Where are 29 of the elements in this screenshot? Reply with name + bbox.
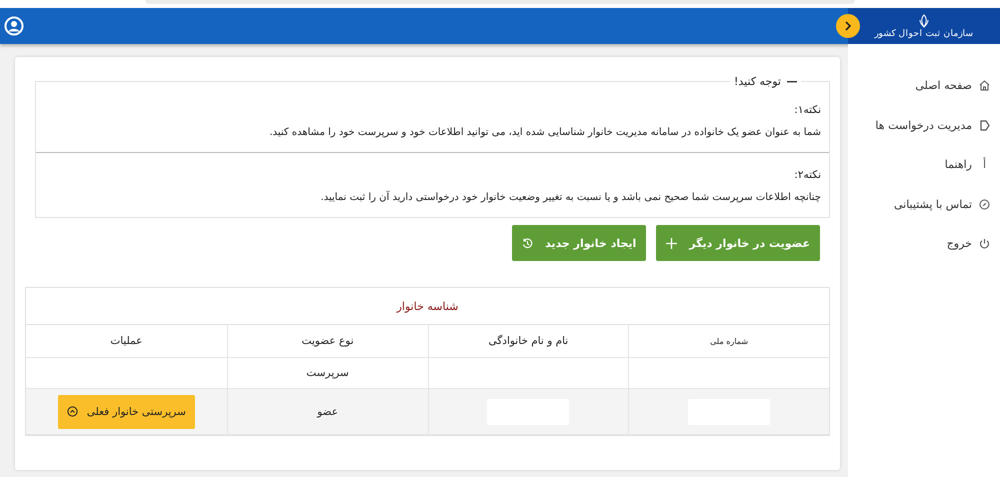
chevron-up-circle-icon [66, 406, 78, 417]
sidebar-item[interactable]: تماس با پشتیبانی [848, 184, 1000, 224]
column-header: نوع عضویت [226, 325, 428, 358]
history-icon [522, 238, 534, 248]
sidebar-item[interactable]: مدیریت درخواست ها [848, 106, 1000, 145]
logo-text: سازمان ثبت احوال کشور [874, 30, 974, 38]
power-icon [979, 238, 990, 250]
sidebar-item[interactable]: صفحه اصلی [848, 66, 1000, 106]
column-header: شماره ملی [628, 325, 829, 358]
action-button[interactable]: سرپرستی خانوار فعلی [58, 394, 195, 428]
sidebar-item[interactable]: أ راهنما [848, 145, 1000, 184]
compass-icon [979, 198, 990, 210]
table-cell: عضو [226, 389, 428, 435]
chevron-right-icon [843, 21, 853, 31]
plus-icon [666, 238, 678, 248]
user-avatar-icon[interactable] [4, 16, 24, 36]
note-text: شما به عنوان عضو یک خانواده در سامانه مدیریت خانوار شناسایی شده اید، می توانید اطلاعات خود و سرپرست خود را مشاهده کنید. [268, 127, 821, 138]
note-text: چنانچه اطلاعات سرپرست شما صحیح نمی باشد و یا نسبت به تغییر وضعیت خانوار خود درخواستی دارید آن را ثبت نمایید. [320, 192, 821, 203]
column-header: عملیات [26, 325, 227, 358]
column-header: نام و نام خانوادگی [428, 325, 628, 358]
letter-icon: أ [979, 158, 990, 172]
notice-legend: توجه کنید! [734, 75, 781, 88]
sidebar-item[interactable]: خروج [848, 224, 1000, 264]
note-title: نکته۲: [793, 169, 821, 181]
emblem-icon [918, 14, 930, 28]
home-icon [979, 80, 990, 92]
note-title: نکته۱: [793, 104, 821, 116]
table-title: شناسه خانوار [26, 288, 829, 325]
sidebar-toggle-button[interactable] [836, 14, 860, 38]
